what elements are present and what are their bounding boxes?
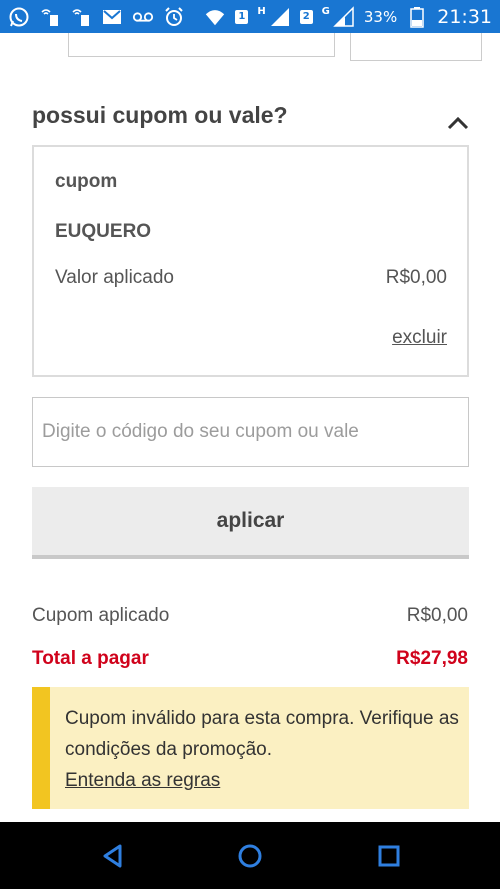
- wifi-icon: [204, 6, 226, 28]
- coupon-section-title[interactable]: possui cupom ou vale?: [32, 102, 288, 129]
- clock: 21:31: [437, 5, 492, 28]
- back-icon[interactable]: [97, 840, 129, 872]
- coupon-code-input[interactable]: [32, 397, 469, 467]
- alert-accent-bar: [32, 687, 50, 809]
- sim2-network-type: G: [321, 6, 330, 17]
- remove-coupon-link[interactable]: excluir: [392, 327, 447, 349]
- status-bar-right: 1 H 2 G 33% 21:31: [204, 6, 492, 28]
- alarm-icon: [163, 6, 185, 28]
- wifi-calling-icon: [70, 6, 92, 28]
- total-label: Total a pagar: [32, 648, 149, 669]
- sim1-signal-icon: [269, 6, 291, 28]
- battery-icon: [406, 6, 428, 28]
- applied-value: R$0,00: [385, 267, 447, 288]
- rules-link[interactable]: Entenda as regras: [65, 770, 220, 791]
- wifi-calling-icon: [39, 6, 61, 28]
- battery-percent: 33%: [363, 7, 398, 26]
- chevron-up-icon[interactable]: [446, 113, 470, 133]
- total-value: R$27,98: [396, 648, 468, 669]
- voicemail-icon: [132, 6, 154, 28]
- applied-value-label: Valor aplicado: [55, 267, 175, 288]
- coupon-applied-value: R$0,00: [406, 605, 468, 626]
- recents-icon[interactable]: [373, 840, 405, 872]
- alert-message: Cupom inválido para esta compra. Verifiq…: [65, 708, 459, 760]
- alert-content: Cupom inválido para esta compra. Verifiq…: [65, 703, 465, 796]
- email-icon: [101, 6, 123, 28]
- applied-coupon-card: cupom EUQUERO Valor aplicado R$0,00 excl…: [32, 145, 469, 377]
- coupon-code: EUQUERO: [55, 221, 152, 242]
- home-icon[interactable]: [234, 840, 266, 872]
- status-bar: 1 H 2 G 33% 21:31: [0, 0, 500, 33]
- sim1-badge: 1: [235, 9, 249, 24]
- invalid-coupon-alert: Cupom inválido para esta compra. Verifiq…: [32, 687, 469, 809]
- android-nav-bar: [0, 822, 500, 889]
- sim2-badge: 2: [299, 9, 313, 24]
- sim2-signal-icon: [333, 5, 355, 28]
- status-bar-left: [8, 6, 185, 28]
- coupon-label: cupom: [55, 171, 118, 192]
- apply-coupon-button[interactable]: aplicar: [32, 487, 469, 559]
- coupon-applied-label: Cupom aplicado: [32, 605, 170, 626]
- previous-section-box: [68, 33, 335, 57]
- previous-section-box: [350, 33, 482, 61]
- whatsapp-icon: [8, 6, 30, 28]
- sim1-network-type: H: [257, 6, 266, 17]
